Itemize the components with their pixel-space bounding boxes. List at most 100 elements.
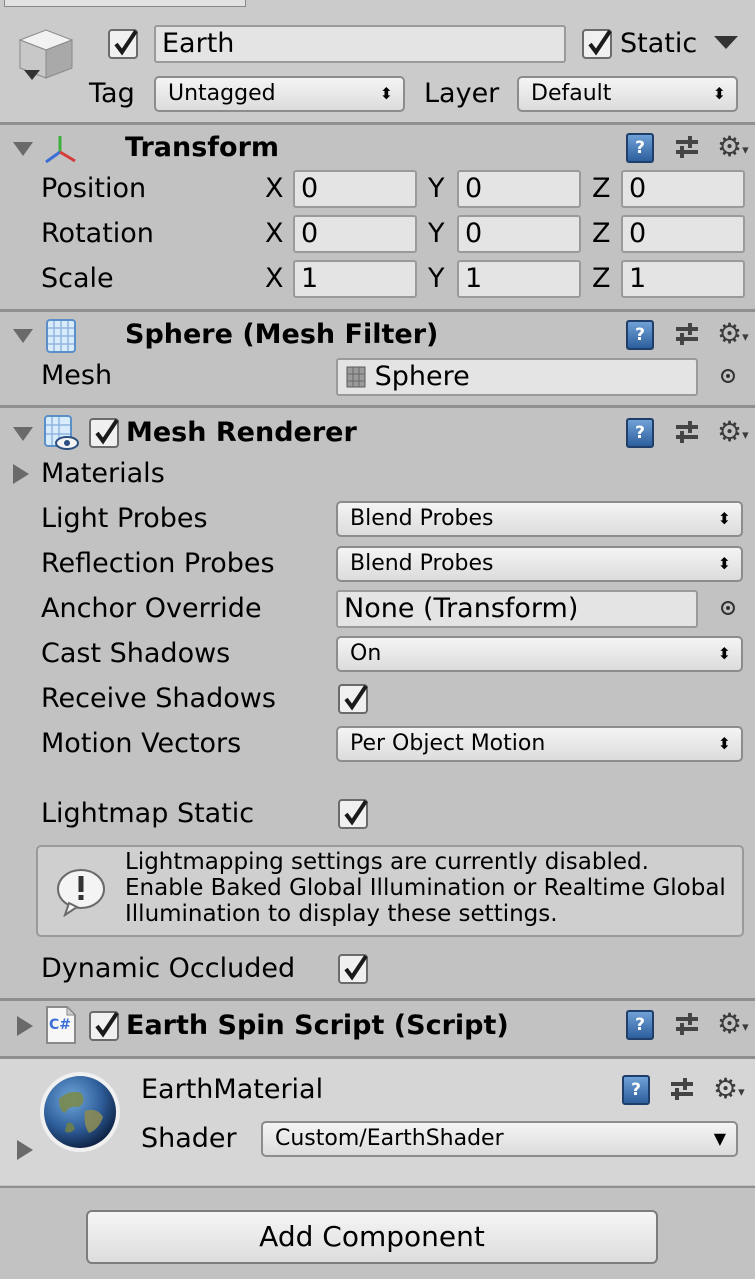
axis-z-label: Z xyxy=(592,218,611,249)
preset-icon[interactable] xyxy=(674,1011,700,1037)
reflection-probes-value: Blend Probes xyxy=(350,551,494,576)
dynamic-occluded-checkbox[interactable] xyxy=(338,954,368,984)
gear-icon[interactable]: ⚙▾ xyxy=(713,1075,745,1109)
static-checkbox[interactable] xyxy=(582,29,612,59)
mesh-object-field[interactable]: Sphere xyxy=(336,358,698,396)
info-text-line-3: Illumination to display these settings. xyxy=(125,901,558,927)
dynamic-occluded-label: Dynamic Occluded xyxy=(41,953,296,984)
rotation-z-field[interactable]: 0 xyxy=(621,215,745,253)
object-picker-icon[interactable] xyxy=(721,601,735,615)
script-title: Earth Spin Script (Script) xyxy=(126,1010,509,1041)
cast-shadows-label: Cast Shadows xyxy=(41,638,231,669)
motion-vectors-dropdown[interactable]: Per Object Motion ⬍ xyxy=(336,726,743,762)
lightmap-static-checkbox[interactable] xyxy=(338,799,368,829)
rotation-y-field[interactable]: 0 xyxy=(457,215,581,253)
scale-x-field[interactable]: 1 xyxy=(293,260,417,298)
mesh-label: Mesh xyxy=(41,360,113,391)
rotation-label: Rotation xyxy=(41,218,154,249)
foldout-collapsed-icon[interactable] xyxy=(12,463,30,485)
shader-dropdown[interactable]: Custom/EarthShader ▼ xyxy=(261,1121,738,1157)
receive-shadows-checkbox[interactable] xyxy=(338,684,368,714)
axis-y-label: Y xyxy=(428,218,445,249)
receive-shadows-label: Receive Shadows xyxy=(41,683,276,714)
gear-icon[interactable]: ⚙▾ xyxy=(717,133,749,167)
anchor-override-label: Anchor Override xyxy=(41,593,262,624)
help-icon[interactable]: ? xyxy=(626,320,654,350)
add-component-button[interactable]: Add Component xyxy=(86,1210,658,1264)
foldout-expanded-icon[interactable] xyxy=(12,141,34,157)
cast-shadows-dropdown[interactable]: On ⬍ xyxy=(336,636,743,672)
position-x-field[interactable]: 0 xyxy=(293,170,417,208)
transform-axes-icon xyxy=(45,136,76,164)
mesh-filter-icon xyxy=(46,319,76,353)
separator xyxy=(0,122,755,125)
light-probes-value: Blend Probes xyxy=(350,506,494,531)
gear-icon[interactable]: ⚙▾ xyxy=(717,320,749,354)
scale-z-field[interactable]: 1 xyxy=(621,260,745,298)
updown-arrow-icon: ⬍ xyxy=(717,554,731,573)
mesh-renderer-title: Mesh Renderer xyxy=(126,417,357,448)
updown-arrow-icon: ⬍ xyxy=(379,84,393,103)
tag-label: Tag xyxy=(89,78,135,109)
transform-title: Transform xyxy=(125,132,280,163)
script-enabled-checkbox[interactable] xyxy=(89,1011,119,1041)
tag-value: Untagged xyxy=(168,81,276,106)
info-text-line-1: Lightmapping settings are currently disa… xyxy=(125,849,649,875)
rotation-x-field[interactable]: 0 xyxy=(293,215,417,253)
mesh-grid-icon xyxy=(346,366,366,388)
preset-icon[interactable] xyxy=(669,1076,695,1102)
top-tab[interactable] xyxy=(4,0,246,7)
preset-icon[interactable] xyxy=(674,321,700,347)
help-icon[interactable]: ? xyxy=(626,1010,654,1040)
cast-shadows-value: On xyxy=(350,641,382,666)
info-icon xyxy=(57,869,105,917)
tag-dropdown[interactable]: Untagged ⬍ xyxy=(154,76,405,112)
updown-arrow-icon: ⬍ xyxy=(717,644,731,663)
csharp-label: C# xyxy=(49,1017,72,1033)
mesh-renderer-enabled-checkbox[interactable] xyxy=(89,418,119,448)
position-y-field[interactable]: 0 xyxy=(457,170,581,208)
foldout-expanded-icon[interactable] xyxy=(12,328,34,344)
static-label: Static xyxy=(620,28,698,59)
mesh-value: Sphere xyxy=(374,361,470,392)
scale-y-field[interactable]: 1 xyxy=(457,260,581,298)
motion-vectors-value: Per Object Motion xyxy=(350,731,546,756)
gear-icon[interactable]: ⚙▾ xyxy=(717,1010,749,1044)
materials-label[interactable]: Materials xyxy=(41,457,165,491)
layer-dropdown[interactable]: Default ⬍ xyxy=(517,76,738,112)
static-dropdown-arrow-icon[interactable] xyxy=(714,36,738,50)
foldout-expanded-icon[interactable] xyxy=(12,426,34,442)
mesh-filter-title: Sphere (Mesh Filter) xyxy=(125,319,439,350)
active-checkbox[interactable] xyxy=(108,29,138,59)
object-name-field[interactable]: Earth xyxy=(154,25,566,63)
earth-material-preview[interactable] xyxy=(39,1071,121,1153)
help-icon[interactable]: ? xyxy=(626,418,654,448)
help-icon[interactable]: ? xyxy=(626,133,654,163)
axis-x-label: X xyxy=(265,173,284,204)
light-probes-dropdown[interactable]: Blend Probes ⬍ xyxy=(336,501,743,537)
help-icon[interactable]: ? xyxy=(622,1075,650,1105)
layer-value: Default xyxy=(531,81,612,106)
lightmap-static-label: Lightmap Static xyxy=(41,798,255,829)
object-picker-icon[interactable] xyxy=(721,369,735,383)
axis-y-label: Y xyxy=(428,263,445,294)
position-z-field[interactable]: 0 xyxy=(621,170,745,208)
reflection-probes-dropdown[interactable]: Blend Probes ⬍ xyxy=(336,546,743,582)
axis-x-label: X xyxy=(265,218,284,249)
shader-value: Custom/EarthShader xyxy=(275,1126,504,1151)
dropdown-arrow-icon: ▼ xyxy=(713,1129,726,1148)
axis-y-label: Y xyxy=(428,173,445,204)
layer-label: Layer xyxy=(424,78,500,109)
shader-label: Shader xyxy=(141,1123,237,1154)
axis-z-label: Z xyxy=(592,263,611,294)
updown-arrow-icon: ⬍ xyxy=(712,84,726,103)
updown-arrow-icon: ⬍ xyxy=(717,509,731,528)
foldout-collapsed-icon[interactable] xyxy=(16,1139,34,1161)
gear-icon[interactable]: ⚙▾ xyxy=(717,418,749,452)
separator xyxy=(0,309,755,312)
preset-icon[interactable] xyxy=(674,419,700,445)
anchor-override-field[interactable]: None (Transform) xyxy=(336,590,698,628)
motion-vectors-label: Motion Vectors xyxy=(41,728,242,759)
preset-icon[interactable] xyxy=(674,134,700,160)
foldout-collapsed-icon[interactable] xyxy=(16,1015,34,1037)
